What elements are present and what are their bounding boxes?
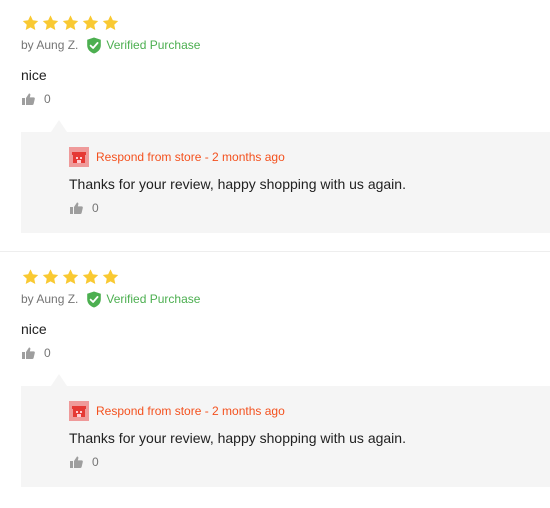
reply-header: Respond from store - 2 months ago: [69, 147, 285, 167]
review-text: nice: [21, 67, 47, 83]
review-divider: [0, 251, 550, 252]
star-icon: [82, 15, 99, 31]
verified-badge: Verified Purchase: [86, 291, 200, 308]
reply-like-button[interactable]: 0: [70, 455, 99, 469]
review-meta: by Aung Z. Verified Purchase: [21, 290, 200, 308]
verified-shield-icon: [87, 291, 102, 307]
reply-like-button[interactable]: 0: [70, 201, 99, 215]
review-author: by Aung Z.: [21, 292, 79, 306]
store-reply: Respond from store - 2 months ago Thanks…: [21, 120, 550, 233]
star-icon: [82, 269, 99, 285]
star-rating: [21, 268, 120, 286]
star-icon: [42, 15, 59, 31]
like-count: 0: [44, 92, 51, 106]
verified-shield-icon: [87, 37, 102, 53]
thumbs-up-icon: [70, 202, 83, 214]
store-icon: [69, 401, 89, 421]
star-icon: [102, 269, 119, 285]
verified-badge: Verified Purchase: [86, 37, 200, 54]
reply-arrow: [51, 374, 67, 386]
review-author: by Aung Z.: [21, 38, 79, 52]
star-rating: [21, 14, 120, 32]
like-button[interactable]: 0: [22, 92, 51, 106]
review-text: nice: [21, 321, 47, 337]
star-icon: [42, 269, 59, 285]
reply-like-count: 0: [92, 455, 99, 469]
verified-label: Verified Purchase: [106, 38, 201, 52]
like-count: 0: [44, 346, 51, 360]
reply-text: Thanks for your review, happy shopping w…: [69, 430, 406, 446]
like-button[interactable]: 0: [22, 346, 51, 360]
reply-arrow: [51, 120, 67, 132]
reply-header-text: Respond from store - 2 months ago: [96, 150, 285, 164]
reply-header: Respond from store - 2 months ago: [69, 401, 285, 421]
reply-header-text: Respond from store - 2 months ago: [96, 404, 285, 418]
star-icon: [102, 15, 119, 31]
star-icon: [62, 269, 79, 285]
star-icon: [22, 269, 39, 285]
thumbs-up-icon: [70, 456, 83, 468]
review-item: by Aung Z. Verified Purchase nice 0 Resp…: [0, 254, 550, 508]
thumbs-up-icon: [22, 347, 35, 359]
verified-label: Verified Purchase: [106, 292, 201, 306]
star-icon: [22, 15, 39, 31]
reply-like-count: 0: [92, 201, 99, 215]
store-reply: Respond from store - 2 months ago Thanks…: [21, 374, 550, 487]
star-icon: [62, 15, 79, 31]
reply-text: Thanks for your review, happy shopping w…: [69, 176, 406, 192]
review-meta: by Aung Z. Verified Purchase: [21, 36, 200, 54]
review-item: by Aung Z. Verified Purchase nice 0 Resp…: [0, 0, 550, 254]
store-icon: [69, 147, 89, 167]
thumbs-up-icon: [22, 93, 35, 105]
